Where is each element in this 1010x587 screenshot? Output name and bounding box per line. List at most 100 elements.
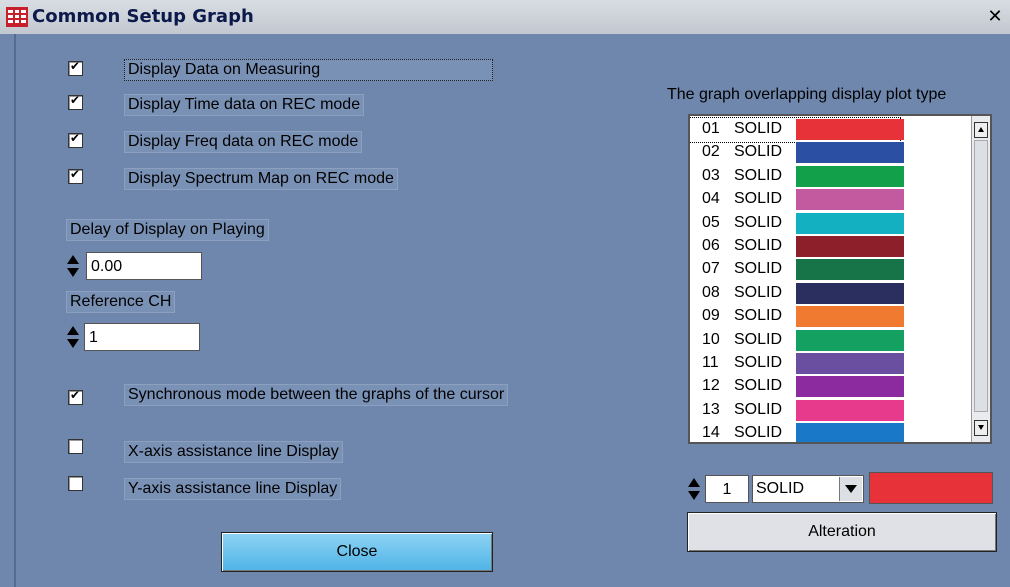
reference-ch-label: Reference CH — [66, 291, 176, 313]
list-item-style: SOLID — [734, 400, 783, 418]
list-item[interactable]: 03 SOLID — [690, 165, 904, 189]
list-item[interactable]: 11 SOLID — [690, 352, 904, 376]
list-item[interactable]: 06 SOLID — [690, 235, 904, 259]
scroll-down-icon[interactable] — [974, 420, 988, 436]
scroll-thumb[interactable] — [974, 140, 988, 412]
plot-index-input[interactable]: 1 — [705, 475, 749, 503]
list-item-number: 05 — [702, 213, 720, 231]
y-axis-line-label[interactable]: Y-axis assistance line Display — [124, 478, 342, 500]
title-bar[interactable]: Common Setup Graph ✕ — [0, 0, 1010, 34]
list-item-number: 09 — [702, 307, 720, 325]
list-item[interactable]: 04 SOLID — [690, 188, 904, 212]
plot-type-list[interactable]: 01 SOLID 02 SOLID 03 SOLID 04 SOLID 05 SOLID 06 SOL… — [688, 114, 992, 444]
display-spectrum-rec-checkbox[interactable] — [68, 167, 83, 184]
list-item[interactable]: 12 SOLID — [690, 375, 904, 399]
list-item-style: SOLID — [734, 213, 783, 231]
plot-type-title: The graph overlapping display plot type — [667, 86, 947, 103]
reference-ch-input[interactable]: 1 — [84, 323, 200, 351]
delay-label: Delay of Display on Playing — [66, 219, 269, 241]
list-item-color-swatch — [796, 282, 904, 304]
list-item-style: SOLID — [734, 377, 783, 395]
plot-style-value: SOLID — [756, 480, 805, 497]
list-item[interactable]: 02 SOLID — [690, 141, 904, 165]
spin-up-icon[interactable] — [67, 326, 79, 335]
alteration-button[interactable]: Alteration — [687, 512, 997, 552]
list-item-number: 14 — [702, 424, 720, 442]
list-item-number: 11 — [702, 354, 719, 371]
list-item-color-swatch — [796, 376, 904, 398]
list-item[interactable]: 05 SOLID — [690, 212, 904, 236]
spin-up-icon[interactable] — [67, 255, 79, 264]
spin-down-icon[interactable] — [67, 339, 79, 348]
display-time-rec-label[interactable]: Display Time data on REC mode — [124, 94, 365, 116]
display-data-measuring-checkbox[interactable] — [68, 59, 83, 76]
display-time-rec-checkbox[interactable] — [68, 93, 83, 110]
list-item-number: 01 — [702, 120, 720, 137]
list-item-number: 04 — [702, 190, 720, 208]
list-item[interactable]: 09 SOLID — [690, 305, 904, 329]
list-item-color-swatch — [796, 212, 904, 234]
list-item-style: SOLID — [734, 283, 783, 301]
list-item-style: SOLID — [734, 120, 783, 137]
list-item-number: 03 — [702, 166, 720, 184]
list-item-number: 08 — [702, 283, 720, 301]
list-item-style: SOLID — [734, 143, 783, 161]
x-axis-line-label[interactable]: X-axis assistance line Display — [124, 441, 343, 463]
chevron-down-icon[interactable] — [839, 477, 862, 501]
list-item[interactable]: 13 SOLID — [690, 399, 904, 423]
list-item-number: 10 — [702, 330, 720, 348]
sync-cursor-label[interactable]: Synchronous mode between the graphs of t… — [124, 384, 509, 406]
list-item-color-swatch — [796, 329, 904, 351]
x-axis-line-checkbox[interactable] — [68, 439, 83, 454]
plot-style-select[interactable]: SOLID — [752, 475, 864, 503]
plot-color-swatch[interactable] — [869, 472, 993, 504]
list-item[interactable]: 10 SOLID — [690, 329, 904, 353]
spin-down-icon[interactable] — [67, 268, 79, 277]
delay-spinner[interactable] — [66, 252, 82, 280]
reference-spinner[interactable] — [66, 323, 82, 351]
plot-index-spinner[interactable] — [687, 475, 703, 503]
list-item-color-swatch — [796, 306, 904, 328]
list-item-number: 12 — [702, 377, 720, 395]
scroll-up-icon[interactable] — [974, 122, 988, 138]
common-setup-graph-dialog: Common Setup Graph ✕ Display Data on Mea… — [0, 0, 1010, 587]
list-item-color-swatch — [796, 165, 904, 187]
list-item[interactable]: 14 SOLID — [690, 422, 904, 442]
list-item-style: SOLID — [734, 237, 783, 254]
list-item-style: SOLID — [734, 330, 783, 348]
list-item-style: SOLID — [734, 307, 783, 325]
list-item[interactable]: 07 SOLID — [690, 258, 904, 282]
close-icon[interactable]: ✕ — [986, 6, 1004, 26]
list-item-number: 02 — [702, 143, 720, 161]
list-item-style: SOLID — [734, 166, 783, 184]
list-item-color-swatch — [796, 142, 904, 164]
list-item-color-swatch — [796, 259, 904, 281]
spin-down-icon[interactable] — [688, 491, 700, 500]
app-icon — [6, 7, 28, 27]
list-item-color-swatch — [796, 189, 904, 211]
list-item-color-swatch — [796, 399, 904, 421]
display-freq-rec-checkbox[interactable] — [68, 131, 83, 148]
list-item-style: SOLID — [734, 190, 783, 208]
list-item-style: SOLID — [734, 260, 783, 278]
list-item-color-swatch — [796, 119, 904, 140]
display-spectrum-rec-label[interactable]: Display Spectrum Map on REC mode — [124, 168, 398, 190]
list-item-number: 07 — [702, 260, 720, 278]
list-scrollbar[interactable] — [971, 116, 990, 442]
list-item-color-swatch — [796, 236, 904, 257]
list-item[interactable]: 01 SOLID — [690, 117, 904, 143]
delay-input[interactable]: 0.00 — [86, 252, 202, 280]
list-item[interactable]: 08 SOLID — [690, 282, 904, 306]
display-freq-rec-label[interactable]: Display Freq data on REC mode — [124, 131, 363, 153]
list-item-color-swatch — [796, 423, 904, 442]
spin-up-icon[interactable] — [688, 478, 700, 487]
close-button[interactable]: Close — [221, 532, 493, 572]
sync-cursor-checkbox[interactable] — [68, 388, 83, 405]
y-axis-line-checkbox[interactable] — [68, 476, 83, 491]
list-item-number: 13 — [702, 400, 720, 418]
window-title: Common Setup Graph — [32, 6, 254, 27]
display-data-measuring-label[interactable]: Display Data on Measuring — [124, 59, 493, 81]
list-item-number: 06 — [702, 237, 720, 254]
list-item-style: SOLID — [734, 424, 783, 442]
list-item-color-swatch — [796, 353, 904, 374]
